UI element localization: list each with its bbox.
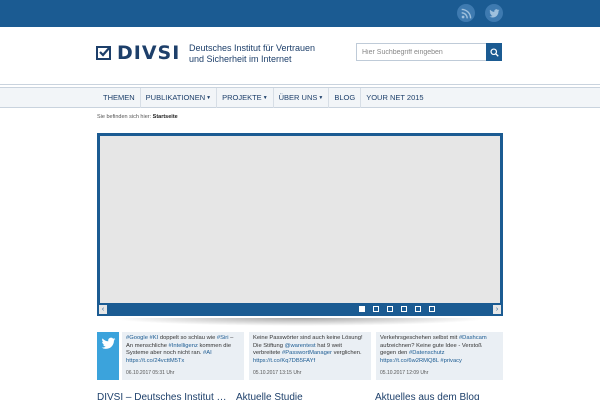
tweet-date: 05.10.2017 13:15 Uhr: [253, 370, 302, 376]
tweet-link[interactable]: #PasswortManager: [282, 350, 332, 356]
caret-down-icon: ▼: [262, 95, 268, 101]
tweet-link[interactable]: #KI: [150, 335, 159, 341]
nav-item-blog[interactable]: BLOG: [329, 88, 362, 108]
tweet-link[interactable]: https://t.co/24vcttM5Tx: [126, 358, 184, 364]
tweet-link[interactable]: https://t.co/Kq7DB5FAYf: [253, 358, 315, 364]
slider-dot[interactable]: [359, 306, 365, 312]
caret-down-icon: ▼: [318, 95, 324, 101]
divsi-logo[interactable]: DIVSI: [96, 42, 180, 64]
tweet-link[interactable]: #privacy: [440, 358, 462, 364]
tweet-card: Verkehrsgeschehen selbst mit #Dashcam au…: [376, 332, 503, 380]
tweet-text-segment: doppelt so schlau wie: [158, 335, 217, 341]
slider-dot[interactable]: [429, 306, 435, 312]
breadcrumb-current[interactable]: Startseite: [153, 114, 178, 120]
logo-text: DIVSI: [117, 42, 181, 64]
slider-dot[interactable]: [401, 306, 407, 312]
rss-icon[interactable]: [457, 4, 475, 22]
twitter-badge: [97, 332, 119, 380]
slider-prev-button[interactable]: ‹: [99, 305, 107, 314]
search-button[interactable]: [486, 43, 502, 61]
slider-pagination: [359, 306, 443, 312]
slide-image[interactable]: [100, 136, 500, 303]
slider-dot[interactable]: [373, 306, 379, 312]
tweet-link[interactable]: https://t.co/6w2RMQ8L: [380, 358, 439, 364]
main-nav: THEMEN PUBLIKATIONEN▼ PROJEKTE▼ ÜBER UNS▼ BL…: [98, 88, 429, 108]
tweet-card: #Google #KI doppelt so schlau wie #Siri …: [122, 332, 244, 380]
nav-item-projekte[interactable]: PROJEKTE▼: [217, 88, 274, 108]
slider-next-button[interactable]: ›: [493, 305, 501, 314]
search-form: [356, 43, 502, 61]
twitter-icon[interactable]: [485, 4, 503, 22]
tweet-text: Verkehrsgeschehen selbst mit #Dashcam au…: [380, 335, 499, 365]
section-heading-studie[interactable]: Aktuelle Studie: [236, 392, 303, 400]
nav-item-publikationen[interactable]: PUBLIKATIONEN▼: [141, 88, 218, 108]
tweet-text-segment: Verkehrsgeschehen selbst mit: [380, 335, 459, 341]
checkbox-logo-icon: [96, 46, 111, 60]
logo-subtitle: Deutsches Institut für Vertrauen und Sic…: [189, 43, 316, 64]
top-bar: [0, 0, 600, 27]
tweet-date: 05.10.2017 12:09 Uhr: [380, 370, 429, 376]
tweet-link[interactable]: @warentest: [285, 343, 316, 349]
tweet-text-segment: verglichen.: [331, 350, 362, 357]
slider-shadow: [110, 318, 490, 326]
tweet-date: 06.10.2017 05:31 Uhr: [126, 370, 175, 376]
search-input[interactable]: [356, 43, 486, 61]
image-slider[interactable]: ‹ ›: [97, 133, 503, 316]
tweet-link[interactable]: #Datenschutz: [409, 350, 444, 356]
nav-item-themen[interactable]: THEMEN: [98, 88, 141, 108]
slider-dot[interactable]: [415, 306, 421, 312]
tweet-text: #Google #KI doppelt so schlau wie #Siri …: [126, 335, 240, 365]
nav-item-your-net-2015[interactable]: YOUR NET 2015: [361, 88, 428, 108]
tweet-link[interactable]: #AI: [203, 350, 212, 356]
twitter-bird-icon: [101, 337, 115, 349]
nav-item-über-uns[interactable]: ÜBER UNS▼: [274, 88, 330, 108]
slider-dot[interactable]: [387, 306, 393, 312]
section-heading-divsi[interactable]: DIVSI – Deutsches Institut …: [97, 392, 227, 400]
breadcrumb: Sie befinden sich hier: Startseite: [97, 114, 178, 120]
tweet-link[interactable]: #Siri: [217, 335, 229, 341]
section-heading-blog[interactable]: Aktuelles aus dem Blog: [375, 392, 480, 400]
tweet-text: Keine Passwörter sind auch keine Lösung!…: [253, 335, 367, 365]
tweet-link[interactable]: #Google: [126, 335, 148, 341]
search-icon: [489, 47, 499, 57]
tweet-link[interactable]: #Intelligenz: [169, 343, 198, 349]
caret-down-icon: ▼: [206, 95, 212, 101]
tweet-card: Keine Passwörter sind auch keine Lösung!…: [249, 332, 371, 380]
tweet-link[interactable]: #Dashcam: [459, 335, 487, 341]
